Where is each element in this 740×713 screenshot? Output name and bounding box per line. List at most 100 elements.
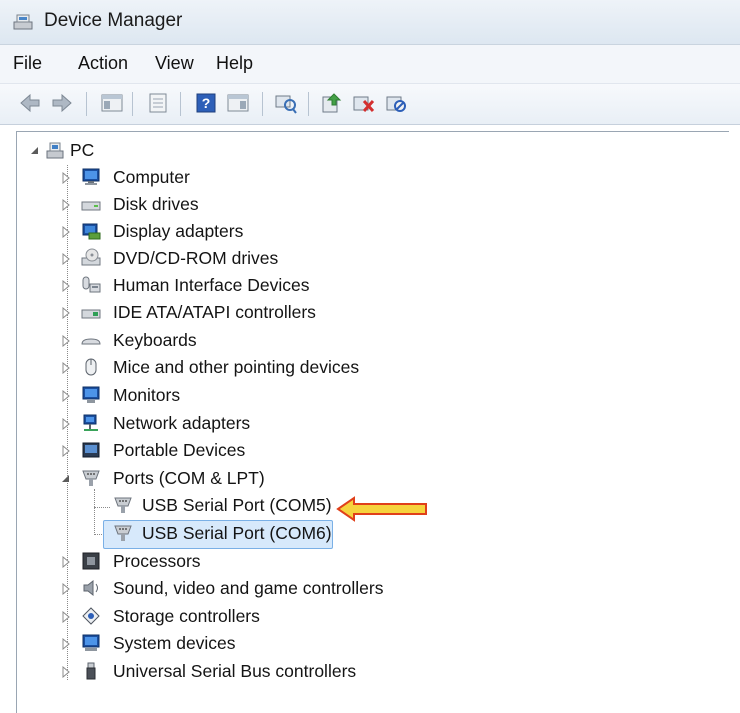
tree-category-computer[interactable]: Computer [58, 165, 388, 191]
speaker-icon [83, 579, 98, 597]
scan-hardware-icon[interactable] [274, 92, 298, 114]
tree-root-pc[interactable]: PC [28, 138, 228, 164]
svg-text:?: ? [202, 95, 211, 111]
expand-icon[interactable] [61, 666, 71, 678]
tree-category-label: Human Interface Devices [113, 275, 310, 295]
ide-controller-icon [81, 309, 101, 319]
tree-category-label: System devices [113, 633, 236, 653]
toolbar-separator [132, 92, 133, 116]
expand-icon[interactable] [61, 307, 71, 319]
menu-bar: File Action View Help [0, 45, 740, 84]
uninstall-device-icon[interactable] [352, 92, 376, 114]
tree-category-keyboards[interactable]: Keyboards [58, 328, 388, 354]
mouse-icon [85, 358, 97, 376]
tree-category-label: Monitors [113, 385, 181, 405]
tree-line [94, 489, 95, 535]
expand-icon[interactable] [61, 226, 71, 238]
tree-category-human-interface-devices[interactable]: Human Interface Devices [58, 273, 388, 299]
back-icon[interactable] [18, 92, 42, 114]
port-icon [114, 497, 132, 513]
processor-icon [82, 552, 100, 570]
collapse-icon[interactable] [61, 473, 71, 485]
tree-category-label: IDE ATA/ATAPI controllers [113, 302, 316, 322]
network-adapter-icon [83, 414, 98, 431]
tree-category-system-devices[interactable]: System devices [58, 631, 388, 657]
tree-category-label: DVD/CD-ROM drives [113, 248, 279, 268]
action-pane-icon[interactable] [226, 92, 250, 114]
expand-icon[interactable] [61, 611, 71, 623]
menu-view[interactable]: View [155, 53, 194, 74]
window-title: Device Manager [44, 10, 183, 31]
show-hide-console-tree-icon[interactable] [100, 92, 124, 114]
tree-category-label: Portable Devices [113, 440, 246, 460]
tree-category-label: Processors [113, 551, 201, 571]
expand-icon[interactable] [61, 390, 71, 402]
annotation-arrow-icon [336, 496, 427, 522]
storage-controller-icon [82, 607, 100, 625]
toolbar-separator [86, 92, 87, 116]
tree-device-label: USB Serial Port (COM5) [142, 495, 332, 515]
tree-category-dvd-cd-rom-drives[interactable]: DVD/CD-ROM drives [58, 246, 388, 272]
tree-category-display-adapters[interactable]: Display adapters [58, 219, 388, 245]
tree-category-mice[interactable]: Mice and other pointing devices [58, 355, 388, 381]
menu-action[interactable]: Action [78, 53, 128, 74]
tree-line [94, 507, 110, 508]
expand-icon[interactable] [61, 583, 71, 595]
tree-category-label: Storage controllers [113, 606, 260, 626]
tree-category-ports[interactable]: Ports (COM & LPT) [58, 466, 388, 492]
tree-category-storage-controllers[interactable]: Storage controllers [58, 604, 388, 630]
expand-icon[interactable] [61, 556, 71, 568]
device-manager-window: Device Manager File Action View Help ? P… [0, 0, 740, 713]
device-manager-icon [13, 14, 33, 30]
menu-file[interactable]: File [13, 53, 42, 74]
port-icon [82, 470, 100, 486]
collapse-icon[interactable] [30, 145, 40, 157]
disk-drive-icon [81, 201, 101, 211]
update-driver-icon[interactable] [320, 92, 344, 114]
computer-tree-root-icon [46, 142, 64, 159]
expand-icon[interactable] [61, 445, 71, 457]
tree-category-network-adapters[interactable]: Network adapters [58, 411, 388, 437]
tree-category-ide-ata-atapi-controllers[interactable]: IDE ATA/ATAPI controllers [58, 300, 388, 326]
expand-icon[interactable] [61, 362, 71, 374]
tree-category-label: Mice and other pointing devices [113, 357, 360, 377]
forward-icon[interactable] [50, 92, 74, 114]
tree-category-label: Ports (COM & LPT) [113, 468, 265, 488]
menu-help[interactable]: Help [216, 53, 253, 74]
properties-sheet-icon[interactable] [146, 92, 170, 114]
tree-device-label: USB Serial Port (COM6) [142, 523, 332, 543]
expand-icon[interactable] [61, 280, 71, 292]
tree-device-usb-serial-com6[interactable]: USB Serial Port (COM6) [110, 521, 350, 547]
tree-category-label: Computer [113, 167, 190, 187]
tree-category-label: Network adapters [113, 413, 251, 433]
usb-icon [86, 662, 96, 680]
help-icon[interactable]: ? [194, 92, 218, 114]
dvd-drive-icon [81, 248, 101, 266]
expand-icon[interactable] [61, 172, 71, 184]
monitor-icon [82, 386, 100, 403]
toolbar-separator [180, 92, 181, 116]
display-adapter-icon [82, 223, 101, 240]
keyboard-icon [81, 338, 101, 345]
tree-category-sound-video-game[interactable]: Sound, video and game controllers [58, 576, 418, 602]
tree-category-label: Keyboards [113, 330, 197, 350]
expand-icon[interactable] [61, 335, 71, 347]
port-icon [114, 525, 132, 541]
expand-icon[interactable] [61, 638, 71, 650]
expand-icon[interactable] [61, 253, 71, 265]
tree-category-label: Disk drives [113, 194, 199, 214]
system-device-icon [82, 634, 100, 651]
tree-category-usb-controllers[interactable]: Universal Serial Bus controllers [58, 659, 418, 685]
tree-category-processors[interactable]: Processors [58, 549, 388, 575]
expand-icon[interactable] [61, 199, 71, 211]
tree-category-disk-drives[interactable]: Disk drives [58, 192, 388, 218]
tree-root-label: PC [70, 140, 95, 160]
expand-icon[interactable] [61, 418, 71, 430]
title-bar: Device Manager [0, 0, 740, 45]
tree-device-usb-serial-com5[interactable]: USB Serial Port (COM5) [110, 493, 350, 519]
tree-category-label: Sound, video and game controllers [113, 578, 384, 598]
tree-category-monitors[interactable]: Monitors [58, 383, 388, 409]
computer-icon [82, 168, 100, 185]
disable-device-icon[interactable] [384, 92, 408, 114]
tree-category-portable-devices[interactable]: Portable Devices [58, 438, 388, 464]
